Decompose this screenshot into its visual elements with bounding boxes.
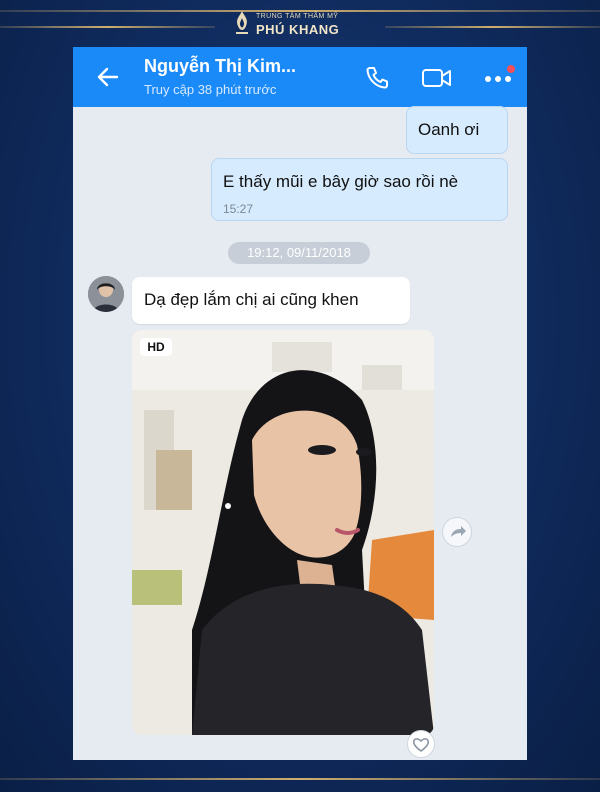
share-icon[interactable] bbox=[442, 517, 472, 547]
message-text: Dạ đẹp lắm chị ai cũng khen bbox=[144, 290, 359, 309]
notification-dot bbox=[507, 65, 515, 73]
last-seen-status: Truy cập 38 phút trước bbox=[144, 82, 277, 97]
bottom-gold-border bbox=[0, 778, 600, 780]
brand-name: PHÚ KHANG bbox=[256, 22, 340, 37]
message-time: 15:27 bbox=[223, 202, 254, 216]
phone-icon[interactable] bbox=[363, 64, 391, 92]
brand-tagline: TRUNG TÂM THẨM MỸ bbox=[256, 13, 339, 20]
message-bubble-sent[interactable]: Oanh ơi bbox=[406, 106, 508, 154]
video-call-icon[interactable] bbox=[421, 64, 453, 92]
message-text: Oanh ơi bbox=[418, 120, 480, 139]
brand-header: TRUNG TÂM THẨM MỸ PHÚ KHANG bbox=[0, 6, 600, 40]
message-text: E thấy mũi e bây giờ sao rồi nè bbox=[223, 172, 459, 191]
message-bubble-received[interactable]: Dạ đẹp lắm chị ai cũng khen bbox=[132, 277, 410, 324]
photo-message[interactable]: HD bbox=[132, 330, 434, 735]
date-separator: 19:12, 09/11/2018 bbox=[228, 242, 370, 264]
chat-header: Nguyễn Thị Kim... Truy cập 38 phút trước bbox=[73, 47, 527, 107]
chat-screen: Nguyễn Thị Kim... Truy cập 38 phút trước… bbox=[73, 47, 527, 760]
avatar-image bbox=[88, 276, 124, 312]
back-arrow-icon[interactable] bbox=[95, 64, 121, 90]
hd-badge: HD bbox=[140, 338, 172, 356]
contact-name[interactable]: Nguyễn Thị Kim... bbox=[144, 56, 296, 77]
message-bubble-sent[interactable]: E thấy mũi e bây giờ sao rồi nè 15:27 bbox=[211, 158, 508, 221]
heart-icon[interactable] bbox=[407, 730, 435, 758]
brand-logo-icon bbox=[236, 11, 248, 34]
selfie-photo bbox=[132, 330, 434, 735]
avatar[interactable] bbox=[88, 276, 124, 312]
